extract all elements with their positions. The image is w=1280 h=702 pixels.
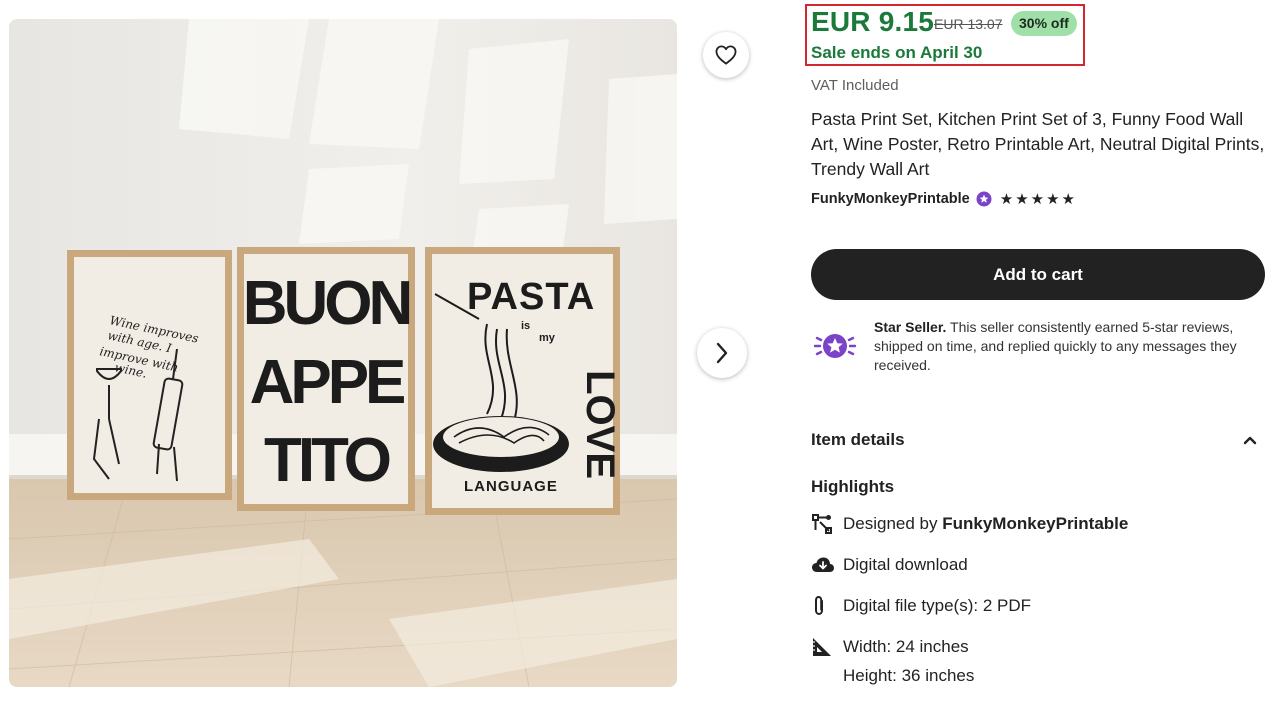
designer-icon (812, 513, 832, 534)
ruler-triangle-icon (813, 637, 831, 656)
file-type-text: Digital file type(s): 2 PDF (843, 596, 1031, 615)
favorite-button[interactable] (703, 32, 749, 78)
listing-main-image[interactable]: Wine improves with age. I improve with w… (9, 19, 677, 687)
print3-small-1: is (521, 320, 530, 332)
star-icon: ★ (1015, 190, 1029, 208)
star-icon: ★ (999, 190, 1014, 208)
designed-by-prefix: Designed by (843, 514, 938, 533)
print3-title: PASTA (467, 276, 595, 318)
highlights-heading: Highlights (811, 477, 895, 496)
original-price: EUR 13.07 (934, 16, 1003, 32)
print2-text-1: BUON (243, 269, 410, 338)
heart-icon (715, 45, 737, 65)
paperclip-icon (815, 595, 823, 615)
highlight-download: Digital download (811, 553, 1261, 576)
discount-badge: 30% off (1011, 11, 1077, 36)
designer-name-link[interactable]: FunkyMonkeyPrintable (942, 514, 1128, 533)
star-icon: ★ (1030, 190, 1045, 208)
vat-note: VAT Included (811, 77, 899, 94)
chevron-right-icon (716, 342, 728, 364)
print3-bottom: LANGUAGE (464, 478, 558, 495)
height-text: Height: 36 inches (843, 666, 975, 685)
chevron-up-icon (1243, 436, 1257, 445)
width-text: Width: 24 inches (843, 637, 969, 656)
shop-name-link[interactable]: FunkyMonkeyPrintable (811, 191, 970, 207)
item-details-toggle[interactable]: Item details (811, 425, 1261, 455)
star-seller-badge-icon (813, 334, 857, 358)
add-to-cart-button[interactable]: Add to cart (811, 249, 1265, 300)
rating-stars[interactable]: ★ ★ ★ ★ ★ (1000, 192, 1075, 207)
star-seller-small-icon (976, 191, 992, 207)
item-details-heading: Item details (811, 430, 905, 449)
current-price: EUR 9.15 (811, 6, 934, 37)
next-image-button[interactable] (697, 328, 747, 378)
shop-row: FunkyMonkeyPrintable ★ ★ ★ ★ ★ (811, 191, 1075, 207)
print3-side: LOVE (578, 370, 622, 479)
star-seller-info: Star Seller. This seller consistently ea… (811, 318, 1267, 375)
print3-small-2: my (539, 332, 556, 344)
highlight-designed-by: Designed by FunkyMonkeyPrintable (811, 512, 1261, 535)
highlights-list: Designed by FunkyMonkeyPrintable Digital… (811, 512, 1261, 702)
cloud-download-icon (812, 557, 834, 572)
listing-info-panel: EUR 9.15 EUR 13.07 30% off Sale ends on … (805, 0, 1271, 702)
listing-title: Pasta Print Set, Kitchen Print Set of 3,… (811, 109, 1265, 179)
print2-text-3: TITO (264, 426, 390, 495)
star-seller-label: Star Seller. (874, 319, 947, 335)
star-icon: ★ (1061, 190, 1075, 208)
highlight-dimensions: Width: 24 inches Height: 36 inches (811, 635, 1261, 687)
highlight-file-type: Digital file type(s): 2 PDF (811, 594, 1261, 617)
sale-ends-text: Sale ends on April 30 (811, 43, 983, 62)
download-text: Digital download (843, 555, 968, 574)
print2-text-2: APPE (250, 348, 404, 417)
star-icon: ★ (1046, 190, 1060, 208)
